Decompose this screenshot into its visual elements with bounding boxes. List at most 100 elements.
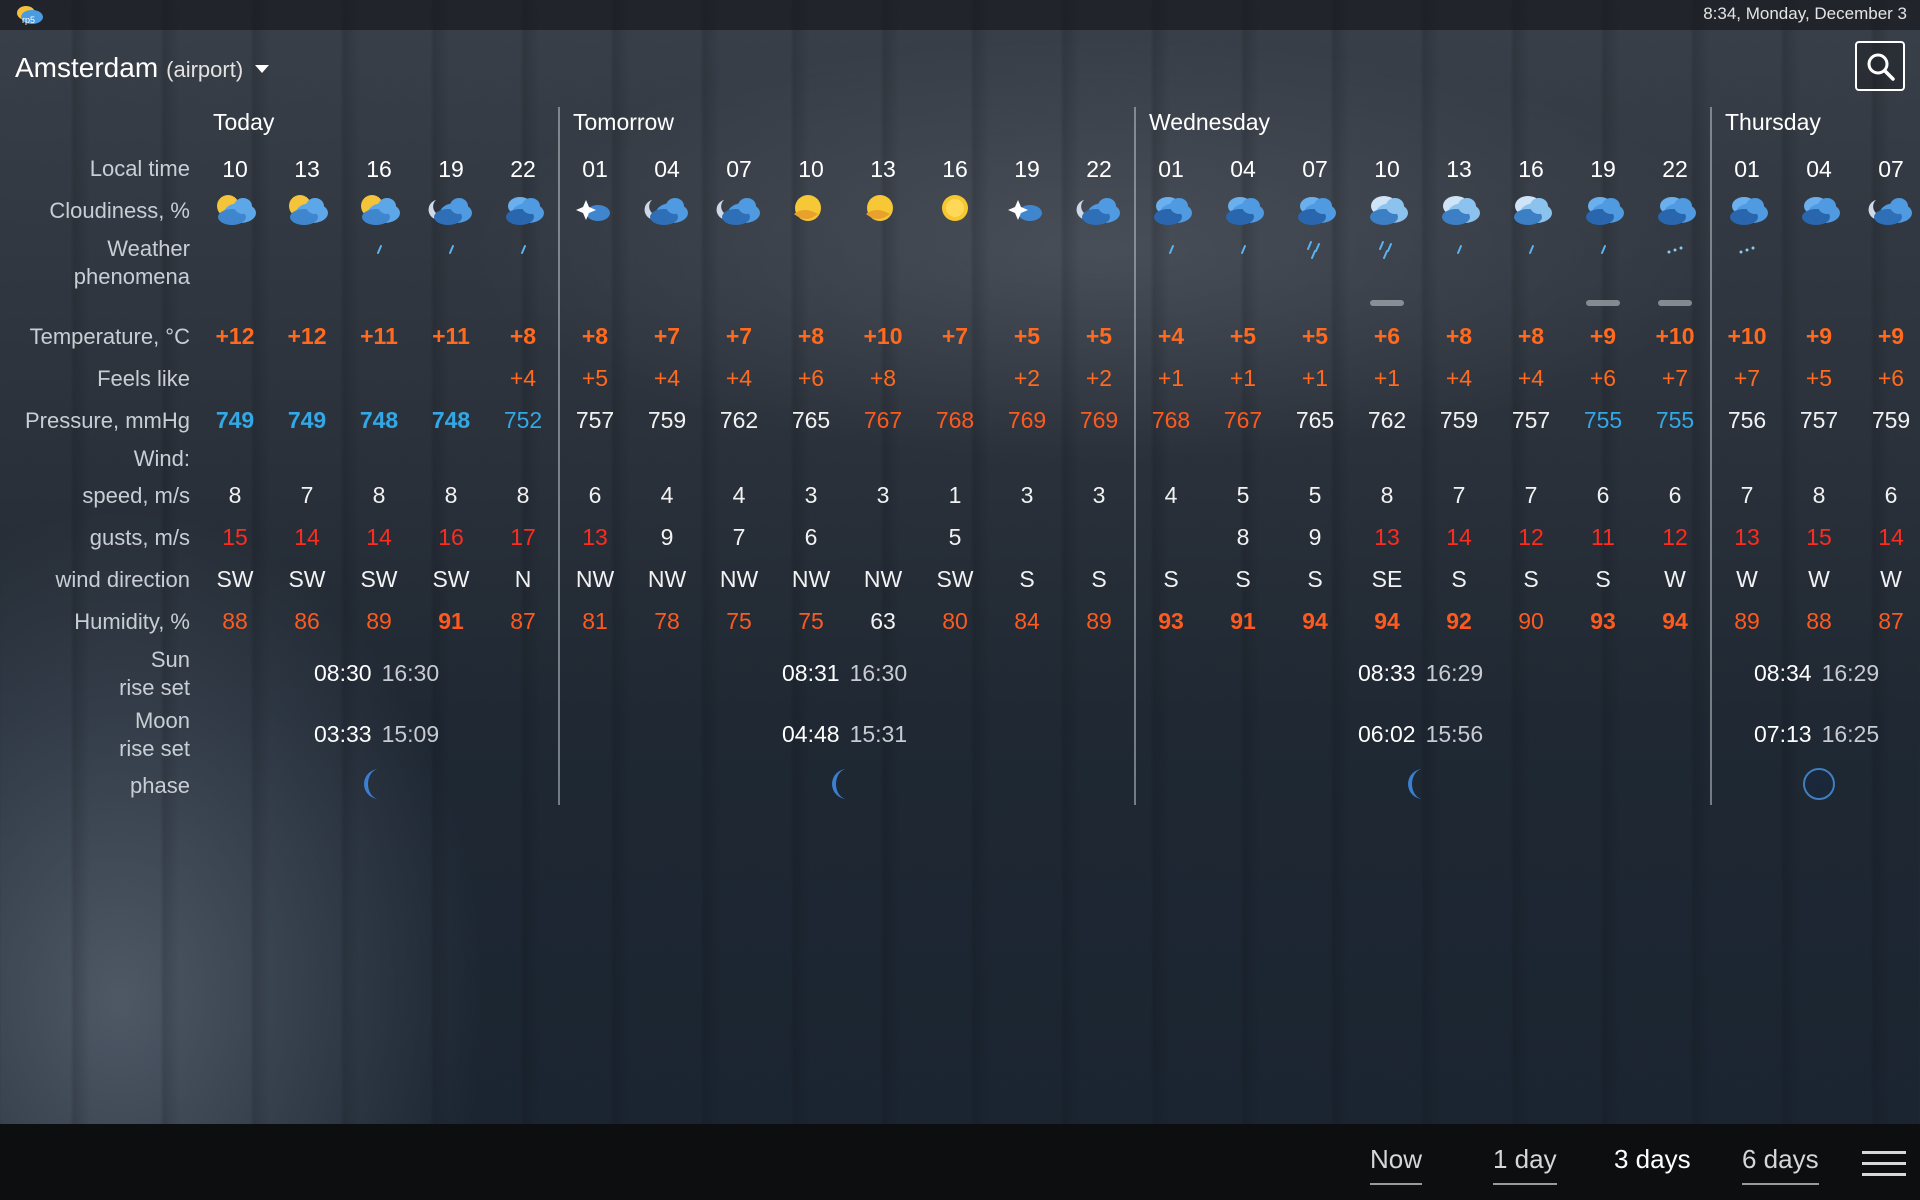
- wind-direction-value: S: [1451, 566, 1467, 592]
- wind-direction-value: S: [1235, 566, 1251, 592]
- pressure-value: 748: [431, 407, 471, 433]
- fog-icon: [1658, 300, 1692, 306]
- feels-like-value: +1: [1301, 365, 1329, 391]
- sunset-time: 16:30: [381, 660, 440, 686]
- sunset-time: 16:30: [849, 660, 908, 686]
- local-time: 22: [1662, 156, 1688, 182]
- weather-overcast-icon: [1722, 186, 1772, 230]
- wind-direction-value: N: [514, 566, 532, 592]
- wind-direction-value: S: [1523, 566, 1539, 592]
- hamburger-menu-icon[interactable]: [1862, 1151, 1906, 1179]
- humidity-value: 80: [942, 608, 968, 634]
- wind-gust-value: 16: [438, 524, 464, 550]
- wind-direction-value: W: [1808, 566, 1830, 592]
- temperature-value: +10: [863, 323, 903, 349]
- wind-direction-value: W: [1880, 566, 1902, 592]
- local-time: 07: [1302, 156, 1328, 182]
- wind-speed-value: 4: [660, 482, 674, 508]
- label-wind-speed: speed, m/s: [82, 483, 190, 508]
- humidity-value: 86: [294, 608, 320, 634]
- weather-overcast-icon: [1650, 186, 1700, 230]
- local-time: 07: [1878, 156, 1904, 182]
- temperature-value: +11: [432, 323, 470, 349]
- feels-like-value: +8: [869, 365, 897, 391]
- pressure-value: 755: [1655, 407, 1695, 433]
- wind-gust-value: 14: [1878, 524, 1904, 550]
- wind-speed-value: 7: [1740, 482, 1754, 508]
- weather-overcast-icon: [498, 186, 548, 230]
- wind-speed-value: 5: [1308, 482, 1322, 508]
- humidity-value: 94: [1662, 608, 1688, 634]
- day-name: Wednesday: [1149, 109, 1271, 135]
- wind-speed-value: 3: [876, 482, 890, 508]
- wind-speed-value: 8: [228, 482, 242, 508]
- local-time: 04: [654, 156, 680, 182]
- tab-1-day[interactable]: 1 day: [1493, 1144, 1557, 1185]
- temperature-value: +5: [1085, 323, 1113, 349]
- temperature-value: +8: [1445, 323, 1473, 349]
- local-time: 16: [942, 156, 968, 182]
- precipitation-light-rain-icon: [359, 240, 399, 260]
- humidity-value: 87: [1878, 608, 1904, 634]
- weather-overcast-icon: [1290, 186, 1340, 230]
- precipitation-light-rain-icon: [431, 240, 471, 260]
- pressure-value: 768: [1151, 407, 1191, 433]
- temperature-value: +10: [1727, 323, 1767, 349]
- weather-cloudy-night-icon: [642, 186, 692, 230]
- wind-speed-value: 7: [300, 482, 314, 508]
- humidity-value: 92: [1446, 608, 1472, 634]
- status-bar: rp5 8:34, Monday, December 3: [0, 0, 1920, 30]
- feels-like-value: +6: [797, 365, 825, 391]
- city-name: Amsterdam: [15, 52, 159, 83]
- day-name: Tomorrow: [573, 109, 674, 135]
- tab-3-days[interactable]: 3 days: [1614, 1144, 1691, 1185]
- temperature-value: +5: [1301, 323, 1329, 349]
- wind-gust-value: 8: [1236, 524, 1250, 550]
- moonrise-time: 04:48: [782, 721, 840, 747]
- humidity-value: 75: [726, 608, 752, 634]
- wind-direction-value: S: [1019, 566, 1035, 592]
- pressure-value: 757: [1511, 407, 1551, 433]
- humidity-value: 75: [798, 608, 824, 634]
- local-time: 22: [510, 156, 536, 182]
- search-button[interactable]: [1855, 41, 1905, 91]
- precipitation-rain-icon: [1295, 240, 1335, 260]
- local-time: 01: [582, 156, 608, 182]
- feels-like-value: +2: [1013, 365, 1041, 391]
- humidity-value: 81: [582, 608, 608, 634]
- tab-now[interactable]: Now: [1370, 1144, 1423, 1185]
- wind-gust-value: 9: [1308, 524, 1322, 550]
- wind-gust-value: 14: [294, 524, 320, 550]
- weather-cloudy-night-icon: [426, 186, 476, 230]
- temperature-value: +4: [1157, 323, 1185, 349]
- temperature-value: +6: [1373, 323, 1401, 349]
- pressure-value: 757: [1799, 407, 1839, 433]
- tab-6-days[interactable]: 6 days: [1742, 1144, 1819, 1185]
- temperature-value: +8: [797, 323, 825, 349]
- sunrise-time: 08:30: [314, 660, 372, 686]
- location-selector[interactable]: Amsterdam (airport): [15, 52, 270, 84]
- temperature-value: +11: [360, 323, 398, 349]
- day-divider: [1134, 107, 1136, 805]
- weather-cloudy-night-icon: [1074, 186, 1124, 230]
- temperature-value: +7: [941, 323, 969, 349]
- pressure-value: 767: [1223, 407, 1263, 433]
- label-weather: Weather: [107, 236, 190, 261]
- local-time: 19: [1014, 156, 1040, 182]
- label-wind-direction: wind direction: [55, 567, 190, 592]
- temperature-value: +12: [215, 323, 255, 349]
- local-time: 04: [1806, 156, 1832, 182]
- wind-gust-value: 14: [1446, 524, 1472, 550]
- day-divider: [1710, 107, 1712, 805]
- clock: 8:34, Monday, December 3: [1703, 4, 1907, 23]
- pressure-value: 762: [719, 407, 759, 433]
- label-moon-phase: phase: [130, 773, 190, 798]
- fog-icon: [1370, 300, 1404, 306]
- local-time: 19: [438, 156, 464, 182]
- fog-icon: [1586, 300, 1620, 306]
- pressure-value: 748: [359, 407, 399, 433]
- pressure-value: 756: [1727, 407, 1767, 433]
- pressure-value: 767: [863, 407, 903, 433]
- sunset-time: 16:29: [1821, 660, 1880, 686]
- sunrise-time: 08:31: [782, 660, 840, 686]
